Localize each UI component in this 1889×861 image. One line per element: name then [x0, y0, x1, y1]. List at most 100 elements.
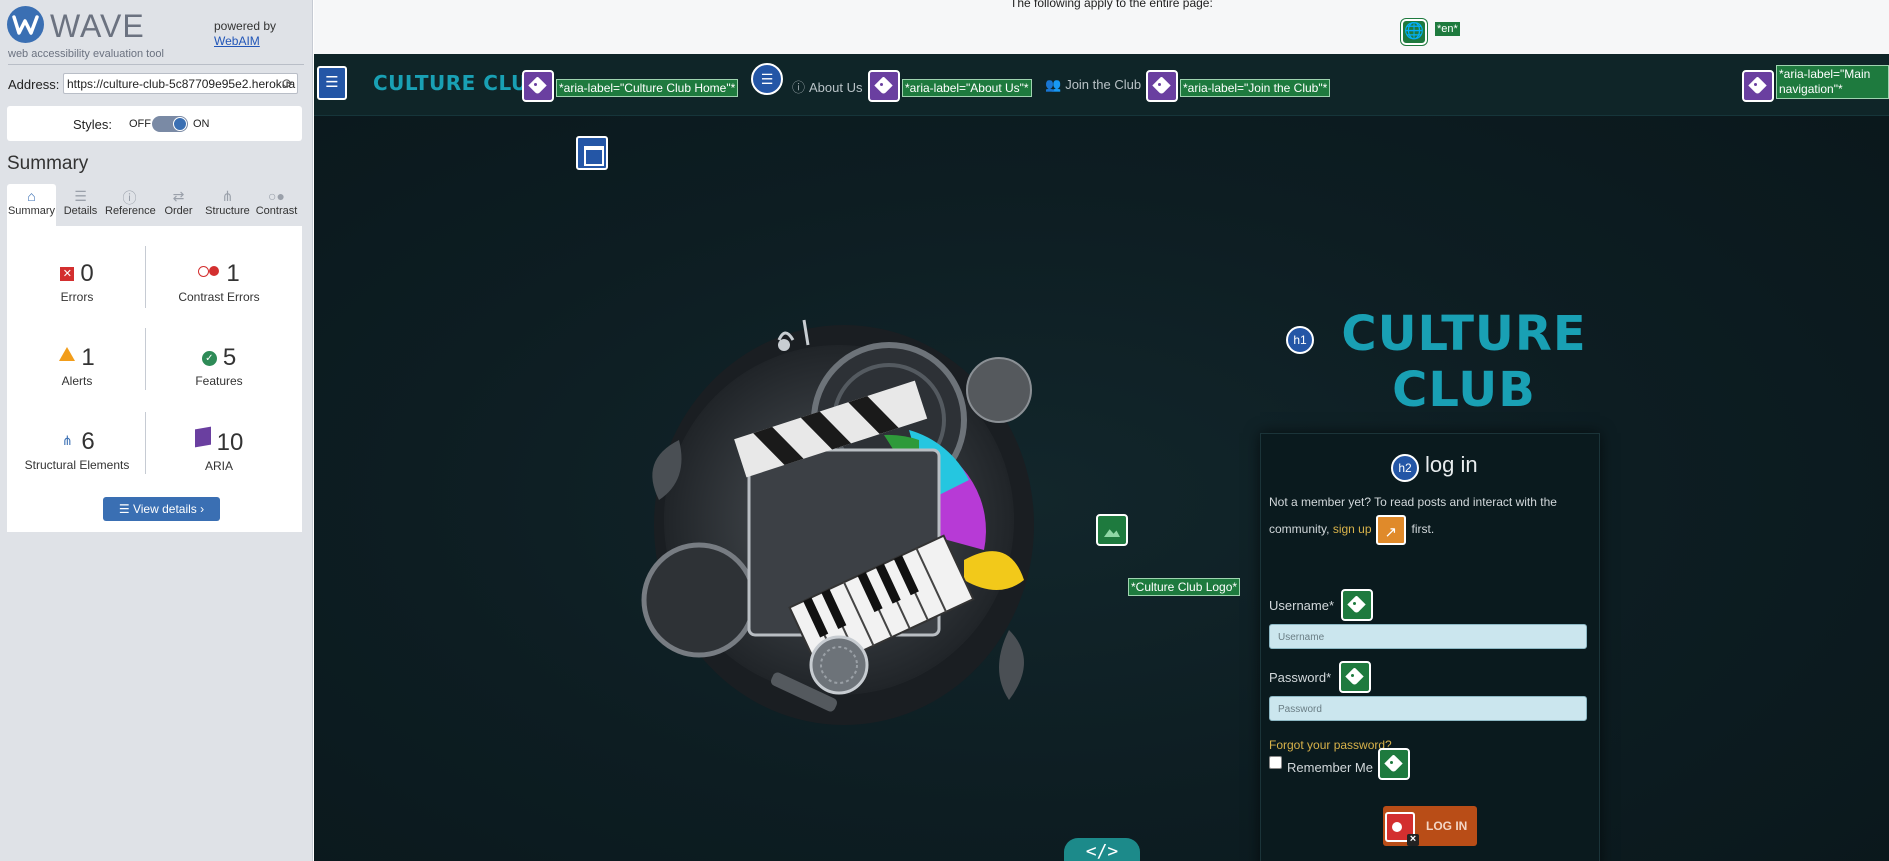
home-icon: ⌂ [27, 188, 36, 204]
login-card: h2 log in Not a member yet? To read post… [1260, 433, 1600, 861]
list-icon[interactable]: ☰ [751, 63, 783, 95]
aria-label: ARIA [204, 459, 233, 473]
aria-tag-icon[interactable] [522, 70, 554, 102]
aria-tag-icon[interactable] [868, 70, 900, 102]
external-link-icon[interactable] [1375, 515, 1406, 546]
wave-title: WAVE [50, 8, 145, 44]
tab-contrast[interactable]: ○● Contrast [252, 184, 301, 226]
aria-label-main-nav: *aria-label="Main navigation"* [1776, 65, 1889, 99]
contrast-errors-count: 1 [226, 260, 240, 287]
summary-heading: Summary [7, 153, 89, 174]
structural-label: Structural Elements [24, 458, 130, 472]
login-intro: Not a member yet? To read posts and inte… [1269, 489, 1589, 546]
users-icon: 👥 [1045, 77, 1062, 92]
structure-icon: ⋔ [221, 188, 234, 204]
aria-label-main-nav-line1: *aria-label="Main [1779, 67, 1871, 81]
signup-link[interactable]: sign up [1333, 522, 1372, 536]
site-title-line1: CULTURE [1341, 306, 1587, 362]
wave-sidebar: WAVE web accessibility evaluation tool p… [0, 0, 313, 861]
structure-icon: ⋔ [61, 433, 73, 448]
login-title: log in [1425, 452, 1478, 477]
image-alt-icon[interactable] [1096, 514, 1128, 546]
styles-off-label: OFF [129, 118, 151, 130]
username-label: Username* [1269, 598, 1335, 613]
features-count: 5 [222, 344, 237, 371]
password-label: Password* [1269, 670, 1332, 685]
globe-icon[interactable]: 🌐 [1401, 19, 1427, 45]
label-tag-icon[interactable] [1341, 589, 1373, 621]
main-region-icon[interactable] [576, 136, 608, 170]
summary-panel: ✕ 0 Errors 1 Contrast Errors 1 Alerts ✓ 5 … [7, 226, 302, 532]
features-label: Features [195, 374, 243, 388]
navigation-structure-icon[interactable]: ☰ [317, 66, 347, 100]
stat-features: ✓ 5 Features [149, 344, 289, 388]
alerts-label: Alerts [61, 374, 93, 388]
feature-check-icon: ✓ [201, 351, 217, 366]
nav-about-link[interactable]: ⓘ About Us [792, 77, 863, 96]
language-tag: *en* [1435, 22, 1460, 36]
view-details-label: View details › [132, 502, 205, 516]
wave-subtitle: web accessibility evaluation tool [8, 48, 164, 60]
password-field[interactable]: Password [1269, 696, 1587, 721]
tab-label: Order [164, 205, 193, 217]
tab-reference[interactable]: ⓘ Reference [105, 184, 156, 226]
reload-icon[interactable]: ⟳ [282, 76, 293, 92]
h2-badge-icon[interactable]: h2 [1391, 454, 1419, 482]
remember-me-checkbox[interactable] [1269, 756, 1282, 769]
site-title-line2: CLUB [1392, 362, 1536, 418]
order-icon: ⇄ [172, 188, 185, 204]
powered-by-text: powered by [214, 19, 277, 33]
contrast-error-icon [198, 265, 220, 277]
remember-me-label: Remember Me [1287, 760, 1373, 775]
tab-summary[interactable]: ⌂ Summary [7, 184, 56, 226]
styles-on-label: ON [193, 118, 210, 130]
username-field[interactable]: Username [1269, 624, 1587, 649]
error-icon: ✕ [60, 267, 75, 281]
logo-alt-text: *Culture Club Logo* [1128, 578, 1241, 596]
evaluated-site: ☰ CULTURE CLUB *aria-label="Culture Club… [314, 54, 1889, 861]
forgot-password-link[interactable]: Forgot your password? [1269, 738, 1392, 752]
contrast-error-icon[interactable] [1385, 812, 1419, 846]
stat-aria: 10 ARIA [149, 426, 289, 473]
stat-errors: ✕ 0 Errors [7, 260, 147, 304]
site-title: CULTURE CLUB [1334, 306, 1594, 418]
tab-order[interactable]: ⇄ Order [154, 184, 203, 226]
list-icon: ☰ [118, 502, 133, 516]
code-view-toggle[interactable]: </> [1064, 838, 1140, 861]
info-icon: ⓘ [122, 190, 137, 206]
label-tag-icon[interactable] [1378, 748, 1410, 780]
tab-label: Reference [105, 205, 156, 217]
aria-tag-icon[interactable] [1742, 70, 1774, 102]
styles-toggle-row: Styles: OFF ON [7, 106, 302, 141]
aria-tag-icon[interactable] [1146, 70, 1178, 102]
alerts-count: 1 [81, 344, 95, 371]
site-brand-link[interactable]: CULTURE CLUB [373, 71, 543, 95]
login-intro-end: first. [1411, 522, 1435, 537]
h1-badge-icon[interactable]: h1 [1286, 326, 1314, 354]
aria-cube-icon [194, 426, 211, 448]
stat-alerts: 1 Alerts [7, 344, 147, 388]
aria-label-main-nav-line2: navigation"* [1779, 82, 1843, 96]
site-navbar: ☰ CULTURE CLUB *aria-label="Culture Club… [314, 54, 1889, 116]
wave-logo-icon [7, 6, 44, 43]
aria-label-about: *aria-label="About Us"* [902, 79, 1032, 97]
address-label: Address: [8, 77, 60, 92]
webaim-link[interactable]: WebAIM [214, 34, 260, 48]
tab-structure[interactable]: ⋔ Structure [203, 184, 252, 226]
login-button-label: LOG IN [1426, 819, 1468, 833]
tab-details[interactable]: ☰ Details [56, 184, 105, 226]
stat-structural: ⋔ 6 Structural Elements [7, 428, 147, 472]
nav-join-link[interactable]: 👥 Join the Club [1045, 77, 1141, 93]
login-button[interactable]: LOG IN [1383, 806, 1477, 846]
styles-toggle[interactable] [152, 116, 188, 132]
label-tag-icon[interactable] [1339, 661, 1371, 693]
wave-page-notice-bar: The following apply to the entire page: … [314, 0, 1889, 54]
list-icon: ☰ [74, 188, 87, 204]
aria-count: 10 [216, 429, 244, 456]
nav-join-label: Join the Club [1065, 77, 1142, 92]
stat-contrast-errors: 1 Contrast Errors [149, 260, 289, 304]
aria-label-join: *aria-label="Join the Club"* [1180, 79, 1331, 97]
address-input[interactable]: https://culture-club-5c87709e95e2.heroku… [63, 73, 298, 94]
view-details-button[interactable]: ☰ View details › [103, 497, 220, 521]
info-icon: ⓘ [792, 80, 806, 95]
